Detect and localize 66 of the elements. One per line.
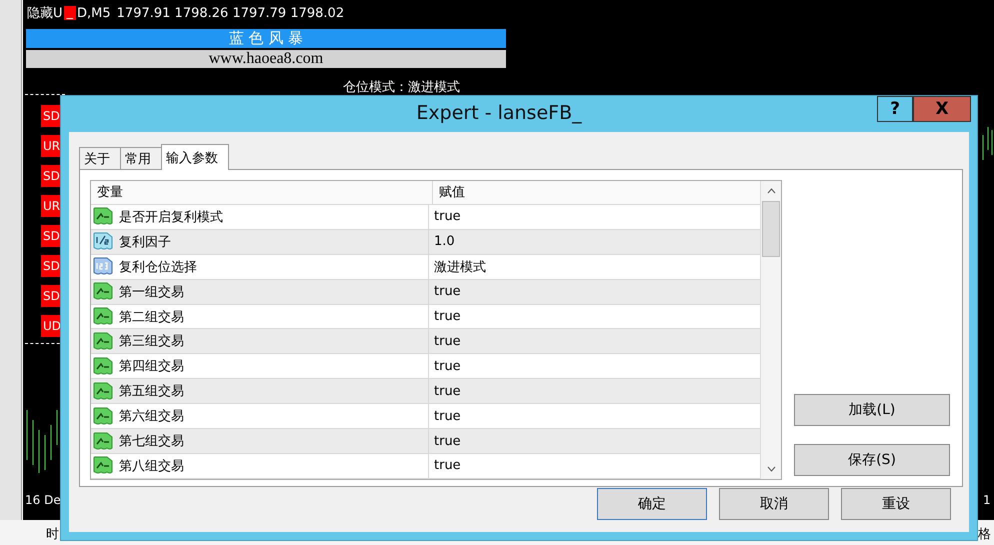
parameter-name: 第五组交易 bbox=[119, 383, 184, 400]
column-header: 变量 bbox=[91, 181, 433, 204]
switch-icon bbox=[93, 382, 113, 401]
parameter-value[interactable]: 激进模式 bbox=[434, 258, 486, 276]
switch-icon bbox=[93, 456, 113, 476]
dialog-button[interactable]: 重设 bbox=[841, 488, 951, 520]
switch-icon bbox=[93, 406, 113, 426]
chart-symbol: D,M5 bbox=[77, 6, 111, 20]
fraction-icon bbox=[93, 232, 113, 252]
column-header: 赋值 bbox=[438, 184, 466, 202]
close-button[interactable]: X bbox=[913, 96, 971, 122]
side-button[interactable]: 保存(S) bbox=[794, 444, 950, 476]
scroll-down-icon[interactable] bbox=[766, 466, 776, 472]
banner-title: 蓝 色 风 暴 bbox=[26, 29, 506, 48]
parameter-value[interactable]: true bbox=[434, 284, 461, 300]
parameter-value[interactable]: true bbox=[434, 434, 461, 449]
scroll-thumb[interactable] bbox=[762, 201, 780, 257]
parameter-name: 第二组交易 bbox=[119, 308, 184, 326]
switch-icon bbox=[93, 432, 113, 451]
window-title: Expert - lanseFB_ bbox=[415, 101, 583, 126]
parameter-value[interactable]: true bbox=[434, 384, 461, 399]
symbol-tag[interactable]: SD bbox=[41, 255, 61, 277]
status-text: 格 bbox=[978, 526, 991, 543]
dialog-button[interactable]: 确定 bbox=[597, 488, 707, 520]
parameter-value[interactable]: true bbox=[434, 209, 461, 224]
parameter-value[interactable]: true bbox=[434, 309, 461, 324]
switch-icon bbox=[93, 207, 113, 226]
parameter-name: 复利因子 bbox=[119, 234, 171, 251]
symbol-tag[interactable]: SD bbox=[41, 165, 61, 187]
parameter-name: 第三组交易 bbox=[119, 333, 184, 350]
parameter-value[interactable]: true bbox=[434, 408, 461, 424]
tab[interactable]: 输入参数 bbox=[161, 144, 229, 170]
dialog-button[interactable]: 取消 bbox=[719, 488, 829, 520]
symbol-tag[interactable]: UD bbox=[41, 315, 61, 337]
side-button[interactable]: 加载(L) bbox=[794, 394, 950, 426]
switch-icon bbox=[93, 332, 113, 351]
parameter-value[interactable]: true bbox=[434, 358, 461, 374]
switch-icon bbox=[93, 356, 113, 376]
chart-label: 隐藏U bbox=[27, 5, 63, 22]
symbol-tag[interactable]: UR bbox=[41, 195, 61, 217]
banner-url: www.haoea8.com bbox=[26, 50, 506, 68]
scroll-up-icon[interactable] bbox=[766, 188, 776, 194]
parameter-name: 第七组交易 bbox=[119, 433, 184, 450]
parameter-name: 第四组交易 bbox=[119, 358, 184, 376]
symbol-tag[interactable]: UR bbox=[41, 135, 61, 157]
help-button[interactable]: ? bbox=[877, 96, 913, 122]
parameter-name: 是否开启复利模式 bbox=[119, 208, 223, 226]
switch-icon bbox=[93, 307, 113, 326]
symbol-tag[interactable]: SD bbox=[41, 285, 61, 307]
symbol-tag[interactable]: SD bbox=[41, 225, 61, 247]
tab[interactable]: 关于 bbox=[79, 147, 121, 169]
chart-prices: 1797.91 1798.26 1797.79 1798.02 bbox=[116, 6, 344, 20]
switch-icon bbox=[93, 282, 113, 302]
parameter-value[interactable]: true bbox=[434, 458, 461, 474]
date-label: 16 De bbox=[25, 493, 61, 507]
parameter-value[interactable]: 1.0 bbox=[434, 234, 455, 250]
mode-label: 仓位模式：激进模式 bbox=[343, 79, 460, 96]
parameter-value[interactable]: true bbox=[434, 334, 461, 349]
parameter-name: 复利仓位选择 bbox=[119, 258, 197, 276]
status-text: 时 bbox=[46, 526, 59, 543]
date-label: 1 bbox=[983, 493, 991, 507]
scrollbar[interactable] bbox=[760, 181, 781, 479]
parameter-name: 第八组交易 bbox=[119, 458, 184, 475]
parameter-name: 第六组交易 bbox=[119, 408, 184, 426]
symbol-tag[interactable]: SD bbox=[41, 105, 61, 127]
parameter-name: 第一组交易 bbox=[119, 284, 184, 301]
